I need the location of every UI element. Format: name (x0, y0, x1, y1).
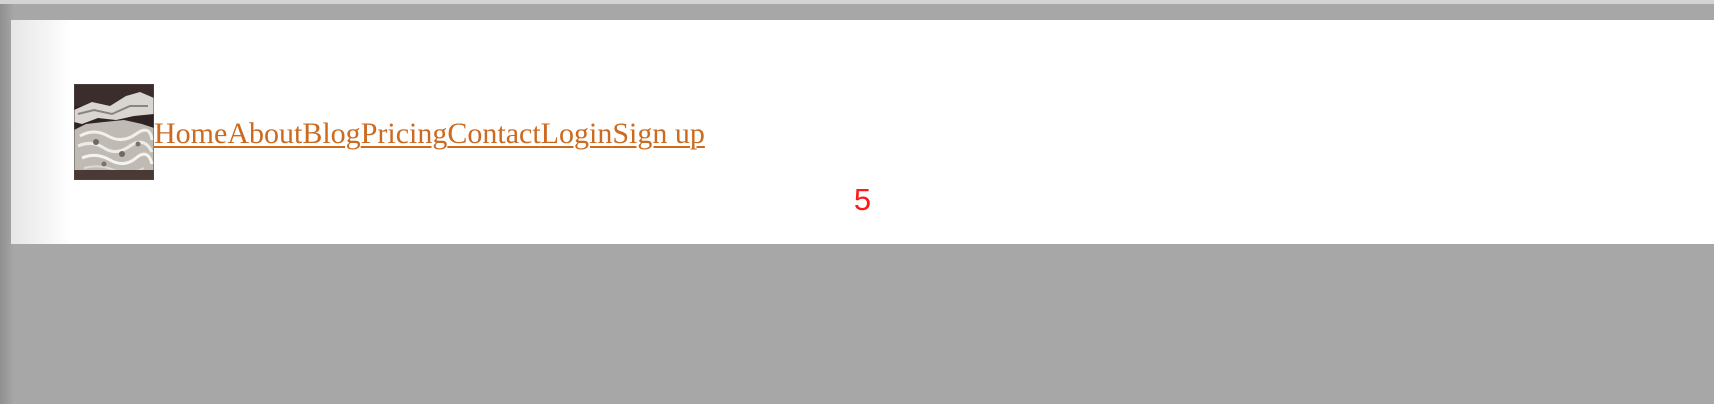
header-panel: Home About Blog Pricing Contact Login Si… (11, 20, 1714, 244)
counter-value: 5 (853, 182, 872, 217)
nav-link-login[interactable]: Login (541, 118, 613, 150)
nav-link-home[interactable]: Home (154, 118, 227, 150)
nav-link-contact[interactable]: Contact (447, 118, 540, 150)
nav-link-about[interactable]: About (227, 118, 302, 150)
window-top-strip (0, 0, 1714, 4)
nav-link-blog[interactable]: Blog (302, 118, 360, 150)
logo-image[interactable] (74, 84, 154, 180)
nav-link-pricing[interactable]: Pricing (361, 118, 448, 150)
nav-link-sign-up[interactable]: Sign up (612, 118, 705, 150)
main-nav: Home About Blog Pricing Contact Login Si… (154, 118, 705, 150)
header-row: Home About Blog Pricing Contact Login Si… (74, 84, 705, 180)
